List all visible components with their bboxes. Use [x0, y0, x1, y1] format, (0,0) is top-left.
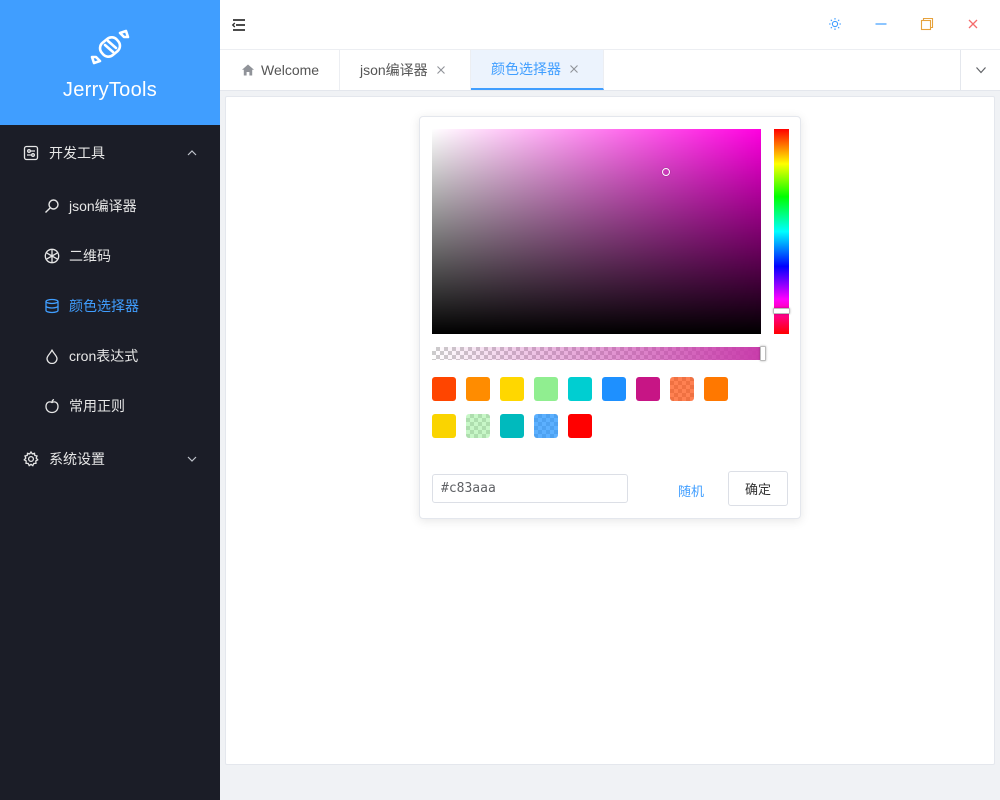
gear-icon	[23, 451, 39, 467]
predefined-color-swatch[interactable]	[432, 414, 456, 438]
aperture-icon	[44, 248, 60, 264]
predefined-color-swatch[interactable]	[432, 377, 456, 401]
swatch-fill	[432, 414, 456, 438]
database-icon	[44, 298, 60, 314]
toolbox-icon	[23, 145, 39, 161]
swatch-fill	[500, 377, 524, 401]
sidebar-item-cron[interactable]: cron表达式	[0, 331, 220, 381]
sidebar-item-label: 常用正则	[69, 398, 125, 414]
sidebar-item-qrcode[interactable]: 二维码	[0, 231, 220, 281]
hue-slider-thumb[interactable]	[773, 308, 790, 315]
random-color-button[interactable]: 随机	[678, 481, 704, 500]
sidebar-item-label: 二维码	[69, 248, 111, 264]
alpha-slider[interactable]	[432, 346, 766, 361]
tab-color-picker[interactable]: 颜色选择器	[471, 50, 604, 90]
candy-logo-icon	[90, 29, 130, 65]
predefined-color-swatch[interactable]	[568, 377, 592, 401]
predefined-color-swatch[interactable]	[636, 377, 660, 401]
menu-group-system-settings[interactable]: 系统设置	[0, 431, 220, 487]
menu-group-label: 系统设置	[49, 451, 105, 467]
close-icon[interactable]	[569, 64, 579, 74]
saturation-brightness-panel[interactable]	[432, 129, 761, 334]
alpha-gradient	[432, 347, 765, 360]
theme-sun-icon[interactable]	[828, 17, 842, 31]
home-icon	[242, 64, 254, 76]
predefined-color-swatch[interactable]	[602, 377, 626, 401]
chevron-up-icon	[187, 150, 197, 156]
swatch-fill	[704, 377, 728, 401]
swatch-fill	[534, 377, 558, 401]
sidebar-item-label: json编译器	[69, 198, 137, 214]
confirm-button[interactable]: 确定	[728, 471, 788, 506]
swatch-fill	[670, 377, 694, 401]
predefined-color-swatch[interactable]	[500, 414, 524, 438]
predefined-color-swatch[interactable]	[568, 414, 592, 438]
droplet-icon	[44, 348, 60, 364]
swatch-fill	[432, 377, 456, 401]
hue-slider[interactable]	[773, 129, 790, 334]
tab-json-editor[interactable]: json编译器	[340, 50, 471, 90]
predefined-color-swatch[interactable]	[466, 377, 490, 401]
tab-welcome[interactable]: Welcome	[220, 50, 340, 90]
maximize-icon[interactable]	[920, 17, 934, 31]
chevron-down-icon	[187, 456, 197, 462]
swatch-fill	[466, 414, 490, 438]
hex-color-input[interactable]	[432, 474, 628, 503]
tab-label: 颜色选择器	[491, 61, 561, 77]
predefined-color-swatch[interactable]	[466, 414, 490, 438]
alpha-slider-thumb[interactable]	[760, 346, 766, 361]
menu-group-label: 开发工具	[49, 145, 105, 161]
swatch-fill	[568, 414, 592, 438]
sidebar-item-regex[interactable]: 常用正则	[0, 381, 220, 431]
tabs-dropdown-button[interactable]	[960, 50, 1000, 90]
tab-label: json编译器	[360, 62, 428, 78]
sidebar-item-json-editor[interactable]: json编译器	[0, 181, 220, 231]
search-magnifier-icon	[44, 198, 60, 214]
predefined-color-swatch[interactable]	[500, 377, 524, 401]
swatch-fill	[534, 414, 558, 438]
apple-icon	[44, 398, 60, 414]
app-title: JerryTools	[62, 79, 158, 101]
predefined-color-swatch[interactable]	[670, 377, 694, 401]
color-picker-panel: 随机 确定	[419, 116, 801, 519]
sv-cursor-handle[interactable]	[661, 168, 670, 177]
close-icon[interactable]	[966, 17, 980, 31]
predefined-color-swatch[interactable]	[534, 414, 558, 438]
sidebar: JerryTools 开发工具 json编译器 二维码 颜色选择器 cron表达…	[0, 0, 220, 800]
swatch-fill	[636, 377, 660, 401]
tab-bar: Welcome json编译器 颜色选择器	[220, 50, 1000, 91]
swatch-fill	[466, 377, 490, 401]
minimize-icon[interactable]	[874, 17, 888, 31]
swatch-fill	[602, 377, 626, 401]
sidebar-item-label: cron表达式	[69, 348, 139, 364]
predefined-color-swatch[interactable]	[534, 377, 558, 401]
swatch-fill	[568, 377, 592, 401]
sidebar-item-color-picker[interactable]: 颜色选择器	[0, 281, 220, 331]
top-header	[220, 0, 1000, 50]
close-icon[interactable]	[436, 65, 446, 75]
hamburger-icon[interactable]	[231, 17, 247, 33]
tab-label: Welcome	[261, 62, 320, 78]
swatch-fill	[500, 414, 524, 438]
sidebar-item-label: 颜色选择器	[69, 298, 139, 314]
predefined-color-swatch[interactable]	[704, 377, 728, 401]
logo-area: JerryTools	[0, 0, 220, 125]
chevron-down-icon	[975, 67, 986, 74]
menu-group-dev-tools[interactable]: 开发工具	[0, 125, 220, 181]
